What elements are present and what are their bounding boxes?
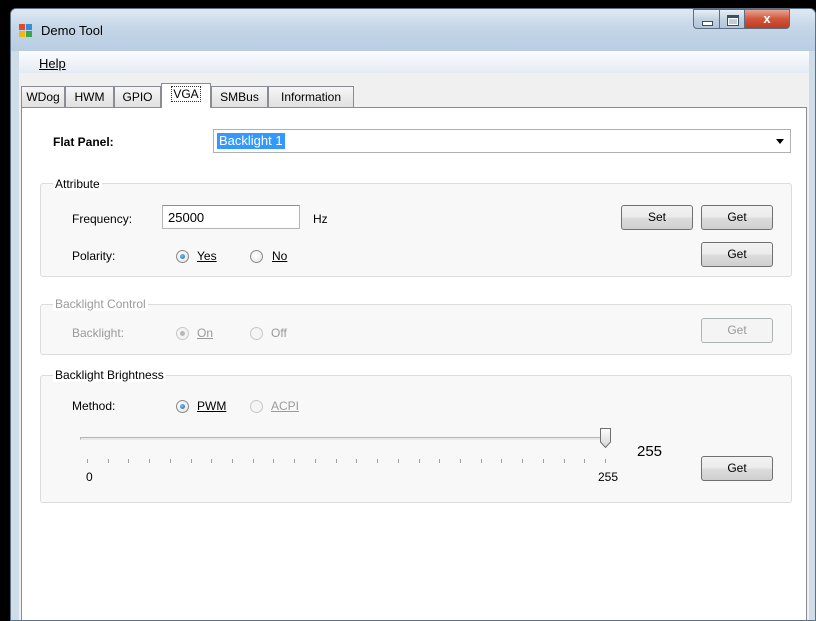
slider-tick [232,459,233,463]
chevron-down-icon [776,139,784,144]
slider-tick [336,459,337,463]
menu-bar: Help [19,51,809,73]
polarity-no-text: No [272,249,288,263]
backlight-off-label[interactable]: Off [271,326,287,340]
slider-tick [128,459,129,463]
menu-help-label: Help [39,56,66,71]
flat-panel-dropdown[interactable]: Backlight 1 [213,129,791,153]
attribute-group [40,183,792,277]
maximize-button[interactable] [719,9,745,29]
slider-tick [501,459,502,463]
polarity-label: Polarity: [72,249,116,263]
backlight-get-button[interactable]: Get [701,318,773,343]
tab-label: SMBus [220,90,259,104]
tab-label: VGA [171,86,201,102]
app-icon [19,24,33,38]
frequency-unit: Hz [313,212,328,226]
slider-max-label: 255 [598,470,619,484]
flat-panel-selected-value: Backlight 1 [217,133,285,149]
attribute-group-title: Attribute [53,177,102,191]
slider-tick [419,459,420,463]
tab-hwm[interactable]: HWM [65,86,114,107]
brightness-slider-thumb[interactable] [600,428,611,448]
slider-tick [273,459,274,463]
method-pwm-text: PWM [197,399,227,413]
slider-tick [211,459,212,463]
flat-panel-label: Flat Panel: [53,135,114,149]
backlight-brightness-group-title: Backlight Brightness [53,368,166,382]
window-title: Demo Tool [41,23,103,38]
slider-tick [522,459,523,463]
method-pwm-label[interactable]: PWM [197,399,226,413]
polarity-yes-radio[interactable] [176,250,189,263]
slider-tick [170,459,171,463]
backlight-off-radio[interactable] [250,327,263,340]
tab-information[interactable]: Information [268,86,354,107]
menu-help[interactable]: Help [39,56,66,71]
slider-tick [481,459,482,463]
slider-tick [356,459,357,463]
slider-tick [253,459,254,463]
method-label: Method: [72,399,116,413]
brightness-value-display: 255 [637,443,663,460]
polarity-get-button[interactable]: Get [701,242,773,267]
tab-smbus[interactable]: SMBus [211,86,268,107]
close-button[interactable]: x [744,9,790,29]
slider-tick [584,459,585,463]
slider-tick [149,459,150,463]
frequency-label: Frequency: [72,212,133,226]
frequency-set-button[interactable]: Set [621,205,693,230]
polarity-yes-text: Yes [197,249,217,263]
slider-tick [191,459,192,463]
tab-label: HWM [74,90,105,104]
slider-tick [543,459,544,463]
tab-label: Information [280,90,342,104]
tab-label: GPIO [122,90,153,104]
slider-tick [377,459,378,463]
slider-tick [605,459,606,463]
polarity-yes-label[interactable]: Yes [197,249,217,263]
slider-tick [460,459,461,463]
backlight-on-text: On [197,326,214,340]
tab-label: WDog [26,90,60,104]
slider-tick [439,459,440,463]
method-pwm-radio[interactable] [176,400,189,413]
backlight-on-label[interactable]: On [197,326,213,340]
close-icon: x [763,11,771,26]
slider-min-label: 0 [86,470,93,484]
slider-tick [398,459,399,463]
tab-gpio[interactable]: GPIO [114,86,161,107]
frequency-get-button[interactable]: Get [701,205,773,230]
minimize-button[interactable] [693,9,720,29]
backlight-control-group [40,304,792,355]
backlight-on-radio[interactable] [176,327,189,340]
polarity-no-label[interactable]: No [272,249,287,263]
brightness-get-button[interactable]: Get [701,456,773,481]
tab-vga[interactable]: VGA [161,83,211,108]
backlight-label: Backlight: [72,326,125,340]
polarity-no-radio[interactable] [250,250,263,263]
minimize-icon [702,21,713,26]
tab-wdog[interactable]: WDog [21,86,65,107]
maximize-icon [727,15,739,26]
slider-tick [87,459,88,463]
title-bar[interactable]: Demo Tool x [11,9,815,51]
slider-tick [315,459,316,463]
slider-tick [108,459,109,463]
backlight-control-group-title: Backlight Control [53,297,148,311]
method-acpi-text: ACPI [271,399,300,413]
method-acpi-label[interactable]: ACPI [271,399,299,413]
frequency-input[interactable] [162,205,300,229]
slider-tick [294,459,295,463]
brightness-slider-track[interactable] [80,437,608,440]
slider-tick [564,459,565,463]
method-acpi-radio[interactable] [250,400,263,413]
